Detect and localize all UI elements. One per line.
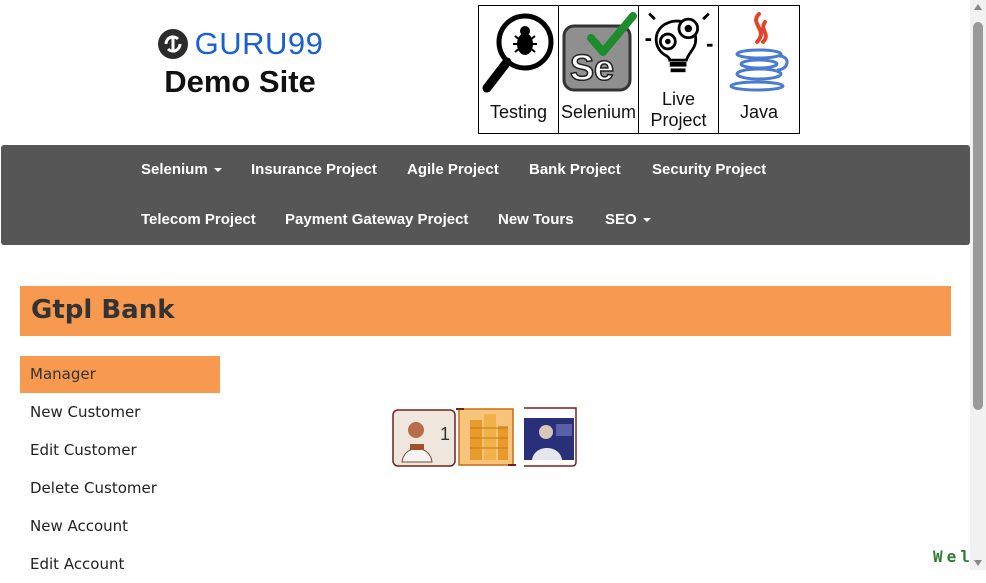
guru99-logo-icon xyxy=(157,29,188,59)
course-label: Selenium xyxy=(560,102,637,122)
menu-item-new-account[interactable]: New Account xyxy=(20,507,220,545)
nav-seo-dropdown[interactable]: SEO xyxy=(605,211,651,228)
site-title: Demo Site xyxy=(164,64,316,99)
main-nav: Selenium Insurance Project Agile Project… xyxy=(1,145,970,245)
caret-down-icon xyxy=(642,218,651,223)
side-menu: Manager New Customer Edit Customer Delet… xyxy=(20,356,220,583)
menu-item-delete-customer[interactable]: Delete Customer xyxy=(20,469,220,507)
java-cup-icon xyxy=(729,12,789,92)
scrollbar-thumb[interactable] xyxy=(973,22,983,410)
nav-agile-project[interactable]: Agile Project xyxy=(407,161,499,178)
bank-banner: 1 xyxy=(392,406,584,468)
menu-item-new-customer[interactable]: New Customer xyxy=(20,393,220,431)
selenium-logo-icon: Se xyxy=(562,12,637,92)
svg-text:1: 1 xyxy=(440,424,450,444)
nav-label: SEO xyxy=(605,211,637,228)
course-link-testing[interactable]: Testing xyxy=(479,6,559,133)
course-link-selenium[interactable]: Se Selenium xyxy=(559,6,639,133)
page-scrollbar[interactable] xyxy=(970,0,986,570)
lightbulb-gears-icon xyxy=(645,12,713,73)
magnifier-bug-icon xyxy=(482,13,554,93)
menu-item-manager[interactable]: Manager xyxy=(20,356,220,393)
course-label-line: Project xyxy=(650,110,707,130)
course-link-live-project[interactable]: Live Project xyxy=(639,6,719,133)
scroll-down-arrow-icon[interactable] xyxy=(974,560,982,566)
nav-payment-gateway-project[interactable]: Payment Gateway Project xyxy=(285,211,468,228)
menu-item-edit-account[interactable]: Edit Account xyxy=(20,545,220,583)
banner-businessman-image: 1 xyxy=(392,409,456,467)
bank-title: Gtpl Bank xyxy=(31,295,175,325)
banner-coins-image xyxy=(456,408,516,466)
nav-selenium-dropdown[interactable]: Selenium xyxy=(141,161,222,178)
course-label: Live Project xyxy=(639,89,718,131)
menu-item-edit-customer[interactable]: Edit Customer xyxy=(20,431,220,469)
nav-new-tours[interactable]: New Tours xyxy=(498,211,574,228)
welcome-marquee-text: Wel xyxy=(933,547,974,566)
nav-label: Selenium xyxy=(141,161,208,178)
nav-telecom-project[interactable]: Telecom Project xyxy=(141,211,256,228)
bank-header: Gtpl Bank xyxy=(20,286,951,336)
site-logo[interactable]: GURU99 Demo Site xyxy=(150,26,330,100)
course-label: Testing xyxy=(489,102,548,122)
course-link-java[interactable]: Java xyxy=(719,6,799,133)
nav-bank-project[interactable]: Bank Project xyxy=(529,161,621,178)
banner-businesswoman-image xyxy=(524,407,577,467)
course-label-line: Live xyxy=(661,89,696,109)
scroll-up-arrow-icon[interactable] xyxy=(974,4,982,10)
caret-down-icon xyxy=(213,168,222,173)
course-label: Java xyxy=(739,102,779,122)
course-links: Testing Se Selenium Live Project Java xyxy=(478,5,800,134)
nav-insurance-project[interactable]: Insurance Project xyxy=(251,161,377,178)
nav-security-project[interactable]: Security Project xyxy=(652,161,766,178)
logo-text: GURU99 xyxy=(194,26,324,61)
svg-text:Se: Se xyxy=(570,47,614,88)
